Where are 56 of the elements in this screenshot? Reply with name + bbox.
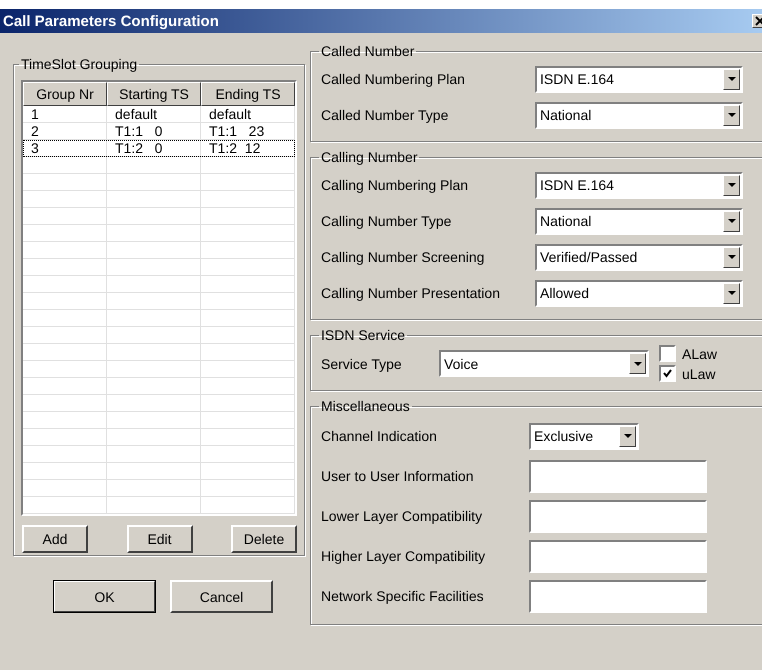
table-cell: T1:2 12 — [201, 140, 295, 156]
checkbox[interactable] — [659, 365, 676, 382]
field-label: Calling Number Type — [321, 213, 452, 229]
field-label: Called Number Type — [321, 107, 448, 123]
field-label: Calling Numbering Plan — [321, 177, 468, 193]
field-label: User to User Information — [321, 468, 474, 484]
table-cell: 2 — [23, 123, 107, 139]
dropdown[interactable]: Allowed — [535, 280, 743, 306]
column-header[interactable]: Starting TS — [107, 82, 201, 106]
input-field[interactable] — [529, 540, 707, 572]
group-title: Called Number — [320, 43, 416, 59]
group-title: Calling Number — [320, 149, 418, 165]
checkmark-icon — [663, 369, 672, 378]
dropdown[interactable]: ISDN E.164 — [535, 66, 743, 92]
close-icon — [755, 16, 762, 26]
table-row[interactable]: 3 T1:2 0 T1:2 12 — [23, 140, 295, 157]
dropdown[interactable]: National — [535, 102, 743, 128]
input-field[interactable] — [529, 500, 707, 532]
input-field[interactable] — [529, 580, 707, 612]
checkbox[interactable] — [659, 345, 676, 362]
table-row[interactable]: 2 T1:1 0 T1:1 23 — [23, 123, 295, 140]
field-label: Calling Number Presentation — [321, 285, 500, 301]
field-label: Service Type — [321, 356, 403, 372]
group-title: TimeSlot Grouping — [20, 56, 138, 72]
dialog-button[interactable]: OK — [53, 580, 156, 613]
column-header[interactable]: Ending TS — [201, 82, 295, 106]
field-label: Calling Number Screening — [321, 249, 484, 265]
field-label: Higher Layer Compatibility — [321, 548, 486, 564]
window-title: Call Parameters Configuration — [3, 12, 219, 30]
dialog-button[interactable]: Cancel — [170, 580, 273, 613]
table-button[interactable]: Edit — [126, 525, 192, 553]
dropdown[interactable]: Verified/Passed — [535, 244, 743, 270]
dropdown[interactable]: ISDN E.164 — [535, 172, 743, 198]
dropdown[interactable]: Voice — [439, 350, 649, 377]
group-title: ISDN Service — [320, 327, 406, 343]
input-field[interactable] — [529, 460, 707, 492]
checkbox-label: ALaw — [682, 346, 718, 362]
table-cell: T1:2 0 — [107, 140, 201, 156]
table-row[interactable]: 1 default default — [23, 106, 295, 123]
field-label: Lower Layer Compatibility — [321, 508, 484, 524]
table-cell: T1:1 23 — [201, 123, 295, 139]
checkbox-label: uLaw — [682, 366, 716, 382]
table-cell: T1:1 0 — [107, 123, 201, 139]
table-button[interactable]: Add — [22, 525, 88, 553]
column-header[interactable]: Group Nr — [23, 82, 107, 106]
field-label: Channel Indication — [321, 428, 438, 444]
group-title: Miscellaneous — [320, 398, 411, 414]
table-cell: default — [107, 106, 201, 122]
table-cell: default — [201, 106, 295, 122]
table-cell: 3 — [23, 140, 107, 156]
dropdown[interactable]: Exclusive — [529, 422, 639, 450]
table-cell: 1 — [23, 106, 107, 122]
table-button[interactable]: Delete — [231, 525, 297, 553]
field-label: Called Numbering Plan — [321, 71, 465, 87]
dropdown[interactable]: National — [535, 208, 743, 234]
field-label: Network Specific Facilities — [321, 588, 485, 604]
